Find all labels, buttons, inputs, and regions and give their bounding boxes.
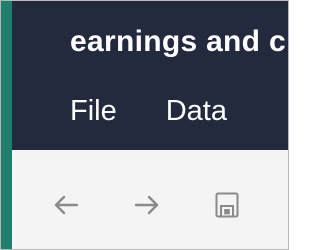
arrow-right-icon (134, 195, 159, 215)
save-icon (215, 192, 239, 218)
menu-file[interactable]: File (70, 91, 117, 131)
toolbar (12, 150, 288, 249)
workbook-title: earnings and c (70, 25, 286, 58)
back-button[interactable] (46, 185, 86, 225)
menu-data[interactable]: Data (166, 91, 227, 131)
title-header: earnings and c File Data (12, 1, 288, 150)
forward-button[interactable] (127, 185, 167, 225)
accent-strip (1, 1, 12, 249)
menu-bar: File Data (70, 91, 227, 131)
save-button[interactable] (207, 185, 247, 225)
arrow-left-icon (54, 195, 79, 215)
app-window: earnings and c File Data (0, 0, 289, 250)
